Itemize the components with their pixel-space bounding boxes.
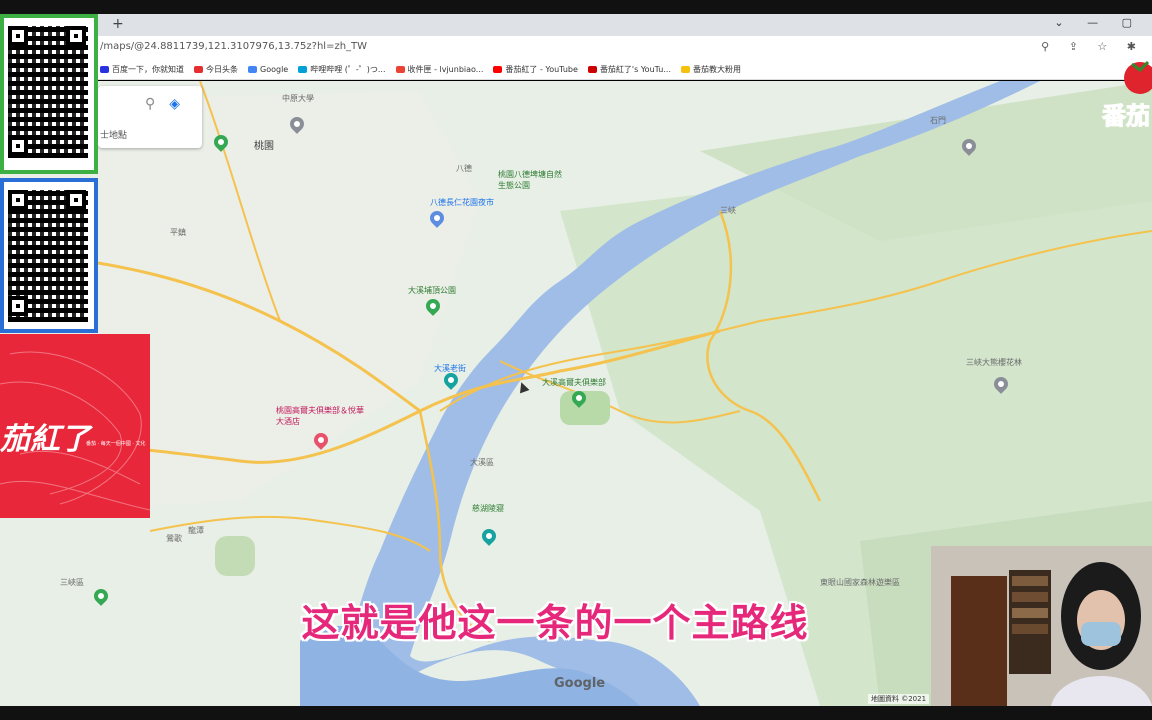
bookmark-label: Google [260,65,289,74]
map-label[interactable]: 三峽 [720,205,736,216]
bookmark-favicon-icon [587,66,597,73]
bookmark-favicon-icon [194,66,203,73]
bookmark-label: 番茄教大粉用 [693,65,742,74]
map-label[interactable]: 三峽大熊櫻花林 [966,357,1022,368]
bookmark-item[interactable]: 哔哩哔哩 (゜-゜)つ... [298,64,386,75]
map-label[interactable]: 桃園高爾夫俱樂部＆悅華大酒店 [276,405,366,427]
map-label[interactable]: 桃園 [254,137,274,152]
window-controls[interactable]: ⌄ — ▢ [1054,16,1142,29]
bookmark-favicon-icon [100,66,109,73]
bookmarks-bar: 百度一下，你就知道 今日头条 Google 哔哩哔哩 (゜-゜)つ... 收件匣 - l… [96,60,1152,80]
map-label[interactable]: 慈湖陵寢 [472,503,504,514]
promo-subtitle: 番茄 · 每天一個中國 · 文化 [86,441,146,447]
map-label[interactable]: 中原大學 [282,93,314,104]
bottom-black-bar [0,706,1152,720]
qr-code-overlay [0,14,98,174]
bookmark-label: 百度一下，你就知道 [112,65,184,74]
bookmark-favicon-icon [395,66,405,73]
address-bar[interactable]: /maps/@24.8811739,121.3107976,13.75z?hl=… [96,36,1152,60]
top-black-bar [0,0,1152,14]
bookmark-favicon-icon [493,66,503,73]
search-icons[interactable]: ⚲◈ [145,96,194,112]
map-label[interactable]: 三峽區 [60,577,84,588]
map-label[interactable]: 鶯歌 [166,533,182,544]
bookmark-item[interactable]: 番茄紅了's YouTu... [587,64,672,75]
search-icon[interactable]: ⚲ [145,96,169,112]
search-hint: 士地點 [100,131,128,141]
browser-tab-strip: + ⌄ — ▢ [96,14,1152,36]
google-logo: Google [554,676,606,691]
qr-finder-icon [66,26,86,46]
map-label[interactable]: 八德 [456,163,472,174]
bookmark-item[interactable]: 收件匣 - lvjunbiao... [395,64,484,75]
bookmark-label: 哔哩哔哩 (゜-゜)つ... [310,65,386,74]
directions-icon[interactable]: ◈ [169,96,194,112]
url-text[interactable]: /maps/@24.8811739,121.3107976,13.75z?hl=… [100,41,367,52]
bookmark-item[interactable]: Google [248,65,288,74]
qr-finder-icon [8,26,28,46]
bookmark-label: 番茄紅了 - YouTube [505,65,578,74]
bookmark-favicon-icon [681,66,691,73]
bookmark-label: 番茄紅了's YouTu... [599,65,672,74]
qr-finder-icon [8,136,28,156]
bookmark-item[interactable]: 百度一下，你就知道 [100,64,184,75]
brand-text: 番茄 [1102,102,1151,131]
qr-finder-icon [8,296,28,316]
address-bar-icons[interactable]: ⚲ ⇪ ☆ ✱ [1041,40,1144,53]
bookmark-item[interactable]: 番茄紅了 - YouTube [493,64,578,75]
map-label[interactable]: 東眼山國家森林遊樂區 [820,577,900,588]
new-tab-button[interactable]: + [112,16,124,32]
qr-finder-icon [66,190,86,210]
brand-logo: 番茄 [1080,60,1152,131]
qr-finder-icon [8,190,28,210]
map-label[interactable]: 桃園八德埤塘自然生態公園 [498,169,562,191]
channel-promo-card: 茄紅了 番茄 · 每天一個中國 · 文化 [0,334,150,518]
map-label[interactable]: 石門 [930,115,946,126]
map-label[interactable]: 大溪埔頂公園 [408,285,456,296]
qr-code-overlay [0,178,98,333]
bookmark-favicon-icon [298,66,308,73]
map-label[interactable]: 八德長仁花園夜市 [430,197,494,208]
video-subtitle: 这就是他这一条的一个主路线 [301,601,809,645]
map-attribution[interactable]: 地圖資料 ©2021 [868,694,930,704]
park-area [215,536,255,576]
map-label[interactable]: 大溪區 [470,457,494,468]
map-label[interactable]: 平鎮 [170,227,186,238]
bookmark-favicon-icon [248,66,257,73]
bookmark-item[interactable]: 今日头条 [194,64,238,75]
bookmark-label: 收件匣 - lvjunbiao... [407,65,484,74]
map-label[interactable]: 大溪高爾夫俱樂部 [542,377,606,388]
maps-search-box[interactable]: ⚲◈ 士地點 [98,86,202,148]
bookmark-label: 今日头条 [206,65,238,74]
promo-title: 茄紅了 [0,422,90,457]
map-label[interactable]: 龍潭 [188,525,204,536]
bookmark-item[interactable]: 番茄教大粉用 [681,64,741,75]
